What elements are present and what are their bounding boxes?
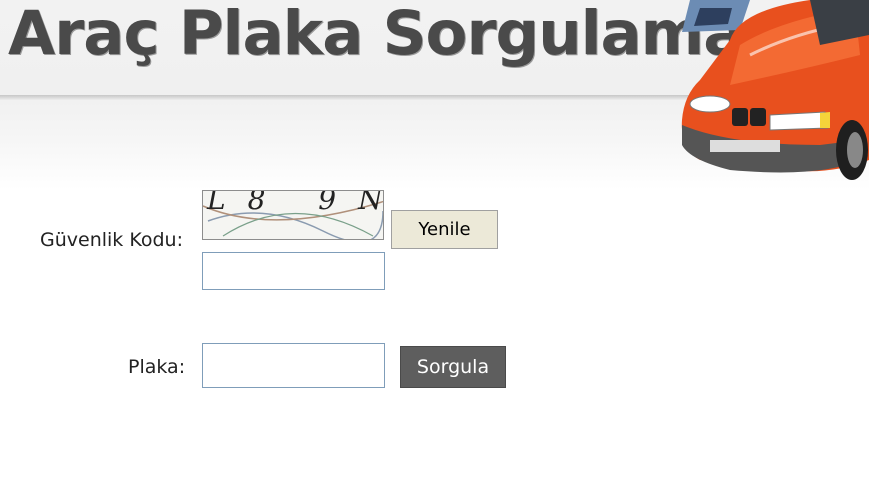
page-header: Araç Plaka Sorgulama [0, 0, 869, 190]
plate-label: Plaka: [128, 356, 186, 378]
refresh-captcha-button[interactable]: Yenile [391, 210, 498, 249]
security-code-label: Güvenlik Kodu: [40, 229, 183, 251]
title-divider [0, 95, 690, 100]
plate-input[interactable] [202, 343, 385, 388]
captcha-image: L8 9N [202, 190, 384, 240]
page-title: Araç Plaka Sorgulama [8, 0, 744, 69]
car-image [681, 0, 869, 180]
search-button[interactable]: Sorgula [400, 346, 506, 388]
security-code-input[interactable] [202, 252, 385, 290]
captcha-text: L8 9N [207, 190, 383, 216]
